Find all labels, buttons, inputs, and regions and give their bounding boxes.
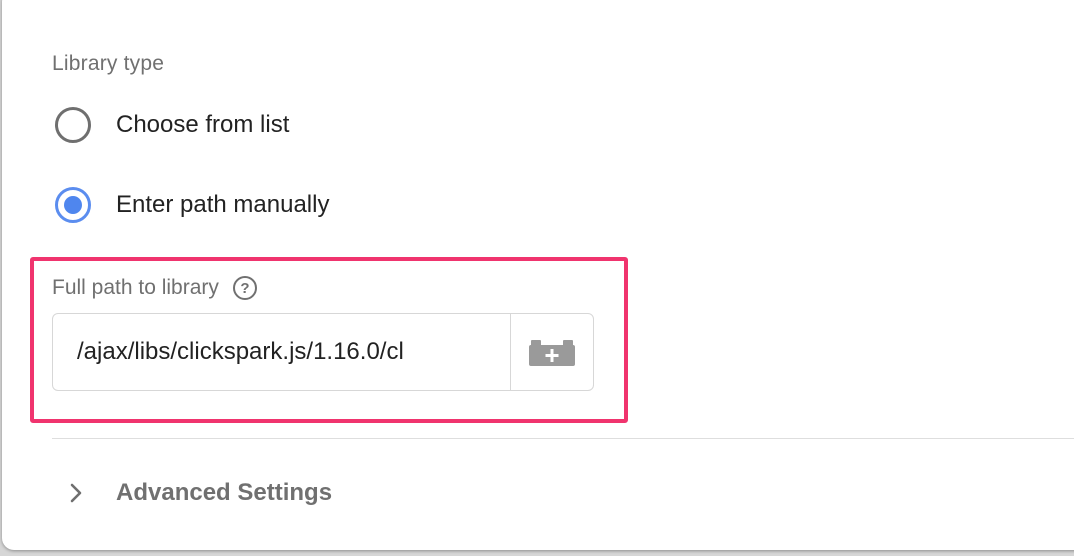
library-type-label: Library type — [52, 52, 165, 75]
path-input[interactable] — [53, 314, 510, 390]
radio-enter-path-manually-label: Enter path manually — [116, 191, 330, 218]
radio-checked-icon[interactable] — [55, 187, 91, 223]
radio-unchecked-icon[interactable] — [55, 107, 91, 143]
advanced-settings-toggle[interactable]: Advanced Settings — [64, 472, 332, 514]
radio-choose-from-list[interactable]: Choose from list — [55, 104, 289, 146]
radio-choose-from-list-label: Choose from list — [116, 111, 290, 138]
add-variable-brick-icon — [529, 340, 575, 366]
insert-variable-button[interactable] — [510, 314, 593, 390]
radio-enter-path-manually[interactable]: Enter path manually — [55, 184, 329, 226]
path-field-label-row: Full path to library ? — [52, 272, 257, 304]
chevron-right-icon[interactable] — [64, 481, 88, 505]
question-circle-icon[interactable]: ? — [232, 276, 257, 300]
advanced-settings-label: Advanced Settings — [116, 479, 333, 506]
section-divider — [52, 438, 1074, 439]
path-field-label: Full path to library — [52, 276, 219, 299]
path-field — [52, 313, 594, 391]
